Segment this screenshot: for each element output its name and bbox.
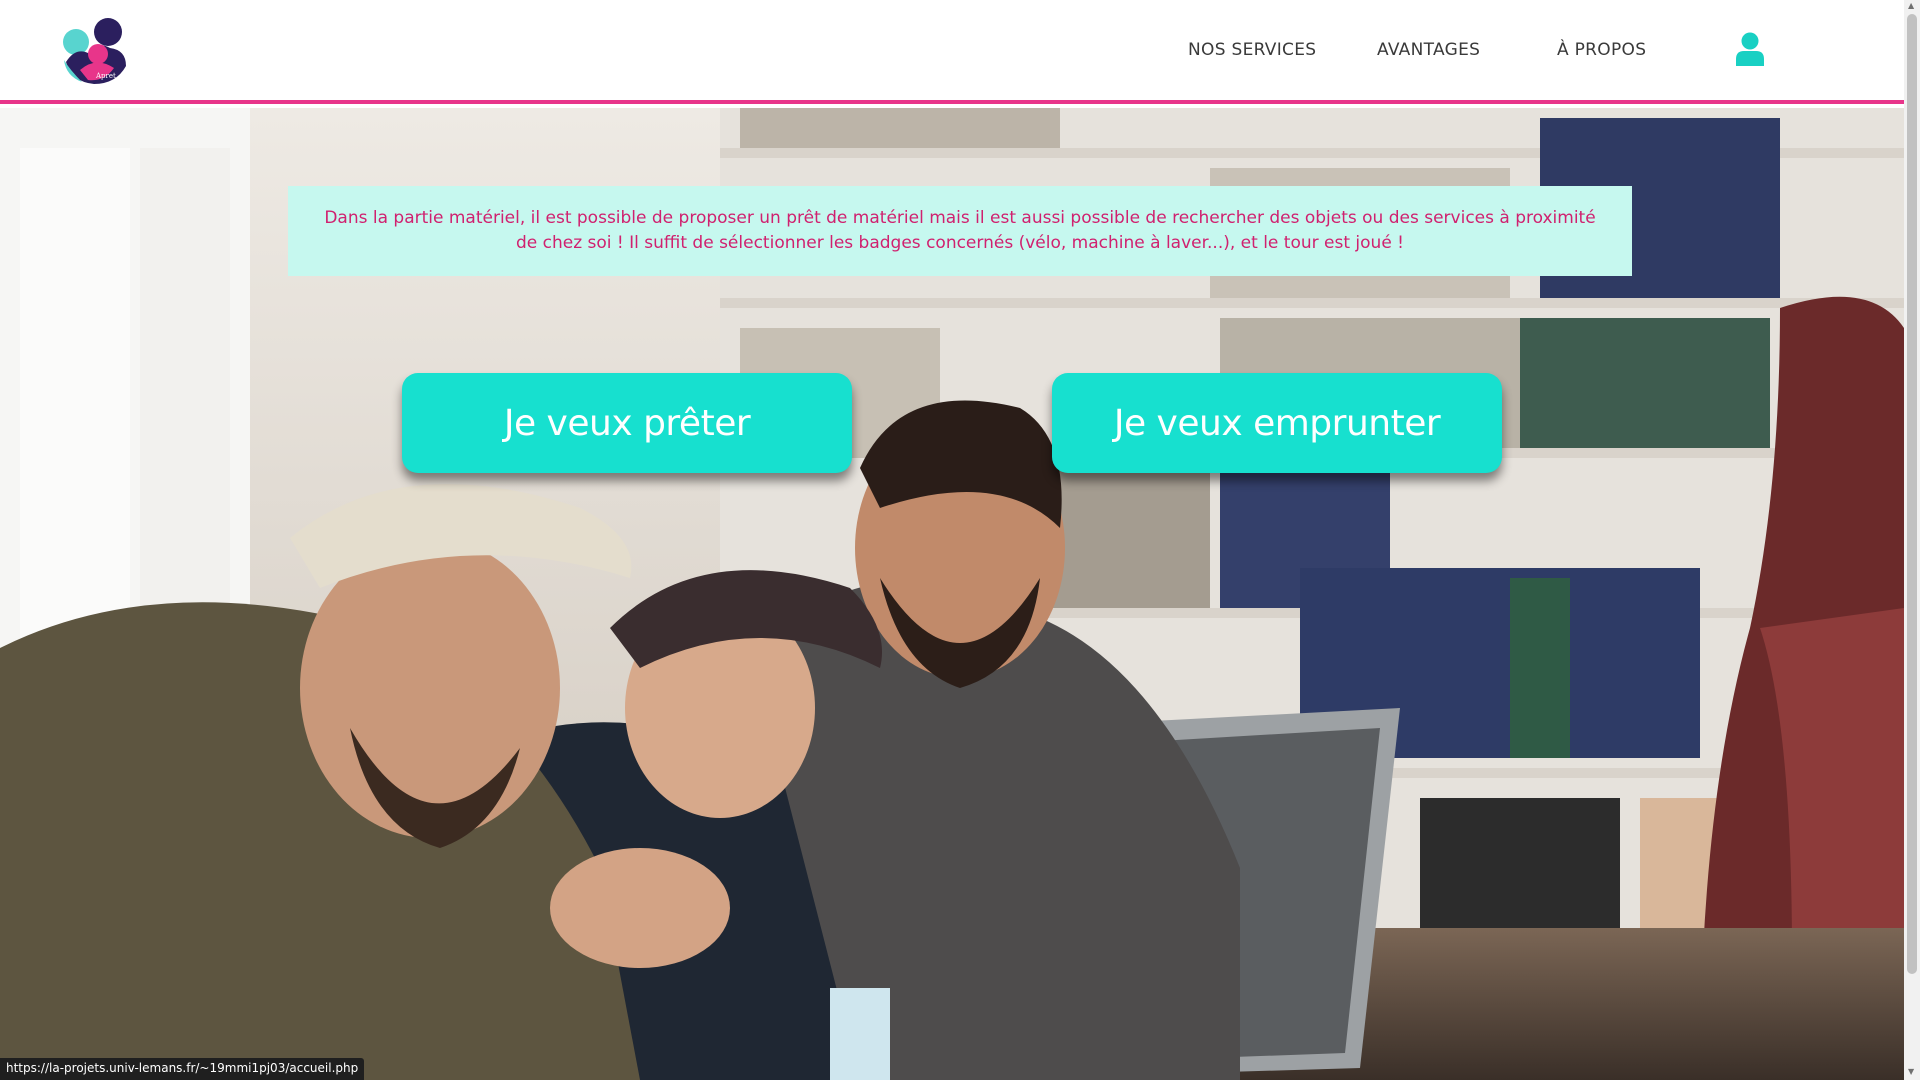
main-nav: NOS SERVICES AVANTAGES À PROPOS — [1188, 0, 1904, 100]
scroll-down-arrow-icon[interactable]: ▼ — [1908, 1068, 1914, 1076]
nav-item-nos-services[interactable]: NOS SERVICES — [1188, 40, 1316, 60]
scroll-thumb[interactable] — [1907, 14, 1917, 974]
nav-item-avantages[interactable]: AVANTAGES — [1377, 40, 1480, 60]
logo[interactable]: Apret — [56, 10, 134, 88]
user-icon[interactable] — [1736, 32, 1764, 66]
status-bar-url: https://la-projets.univ-lemans.fr/~19mmi… — [0, 1058, 365, 1080]
site-header: Apret NOS SERVICES AVANTAGES À PROPOS — [0, 0, 1904, 104]
nav-item-a-propos[interactable]: À PROPOS — [1557, 40, 1646, 60]
info-message: Dans la partie matériel, il est possible… — [288, 186, 1632, 276]
borrow-button[interactable]: Je veux emprunter — [1052, 373, 1502, 473]
page-scrollbar[interactable]: ▲ ▼ — [1904, 0, 1920, 1080]
lend-button[interactable]: Je veux prêter — [402, 373, 852, 473]
hero-section: Dans la partie matériel, il est possible… — [0, 108, 1904, 1080]
svg-text:Apret: Apret — [95, 72, 116, 80]
scroll-up-arrow-icon[interactable]: ▲ — [1908, 2, 1914, 10]
